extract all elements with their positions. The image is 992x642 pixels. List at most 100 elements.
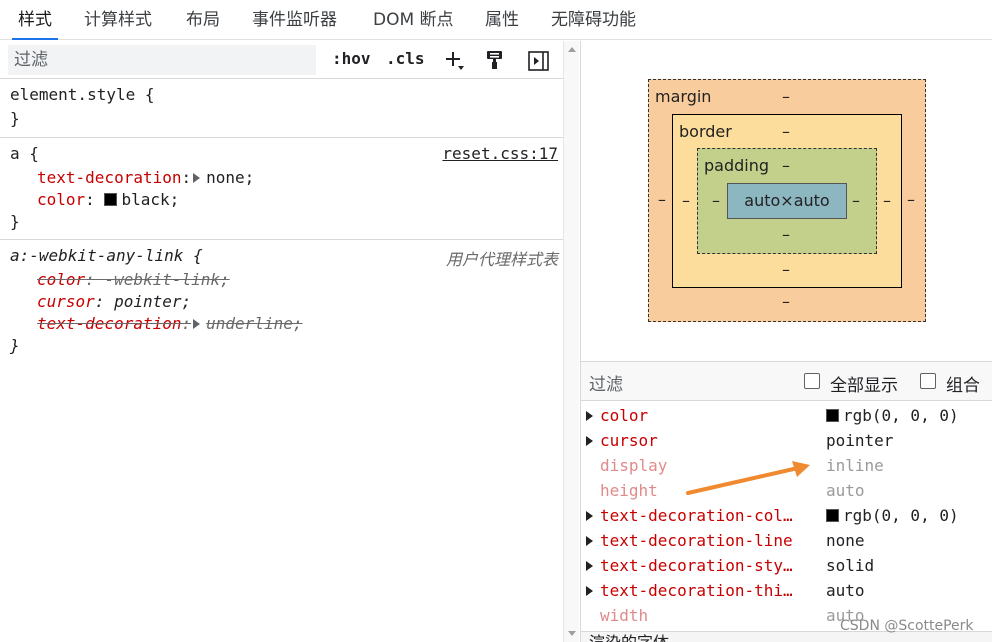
panel-tab-bar: 样式 计算样式 布局 事件监听器 DOM 断点 属性 无障碍功能 (0, 0, 992, 40)
group-checkbox[interactable] (920, 373, 936, 389)
declaration-text-decoration-overridden[interactable]: text-decoration: underline; (37, 314, 302, 333)
scroll-down-icon[interactable] (568, 631, 576, 636)
padding-top-value[interactable]: – (782, 156, 790, 175)
new-style-rule-icon[interactable] (444, 50, 466, 72)
rule-selector[interactable]: a { (10, 144, 39, 163)
border-bottom-value[interactable]: – (782, 260, 790, 279)
expand-triangle-icon[interactable] (193, 319, 201, 329)
rule-close-brace: } (10, 109, 20, 128)
element-style-rule: element.style { } (0, 79, 563, 138)
tab-properties[interactable]: 属性 (485, 0, 519, 40)
property-value[interactable]: pointer; (114, 292, 191, 311)
expand-triangle-icon[interactable] (586, 586, 593, 596)
margin-top-value[interactable]: – (782, 87, 790, 106)
computed-property-name: text-decoration-col… (600, 506, 793, 525)
border-left-value[interactable]: – (682, 191, 690, 210)
margin-label: margin (655, 87, 712, 106)
padding-right-value[interactable]: – (852, 191, 860, 210)
color-swatch-icon[interactable] (826, 509, 839, 522)
rule-close-brace: } (10, 212, 20, 231)
computed-row-cursor[interactable]: cursor pointer (581, 429, 992, 454)
declaration-color-overridden[interactable]: color: -webkit-link; (37, 270, 230, 289)
computed-row-text-decoration-color[interactable]: text-decoration-col… rgb(0, 0, 0) (581, 504, 992, 529)
box-model-content[interactable]: auto×auto (727, 183, 847, 219)
property-name[interactable]: text-decoration (37, 314, 182, 333)
property-value[interactable]: -webkit-link; (104, 270, 229, 289)
computed-property-value: pointer (826, 431, 894, 450)
padding-left-value[interactable]: – (712, 191, 720, 210)
margin-right-value[interactable]: – (907, 190, 915, 209)
tab-dom-breakpoints[interactable]: DOM 断点 (373, 0, 454, 40)
box-model-diagram: margin – – – – border – – – – padding – … (581, 41, 992, 361)
styles-pane: :hov .cls element.style { } a { reset.cs… (0, 41, 563, 642)
computed-row-text-decoration-thickness[interactable]: text-decoration-thi… auto (581, 579, 992, 604)
padding-bottom-value[interactable]: – (782, 225, 790, 244)
computed-property-name: text-decoration-line (600, 531, 793, 550)
computed-property-name: cursor (600, 431, 658, 450)
computed-property-name: height (600, 481, 658, 500)
group-label[interactable]: 组合 (946, 371, 980, 396)
show-all-label[interactable]: 全部显示 (830, 371, 898, 396)
show-all-checkbox[interactable] (804, 373, 820, 389)
rule-selector[interactable]: a:-webkit-any-link { (10, 246, 203, 265)
toggle-sidebar-icon[interactable] (528, 51, 550, 73)
padding-label: padding (704, 156, 770, 175)
expand-triangle-icon[interactable] (586, 436, 593, 446)
rule-close-brace: } (10, 336, 20, 355)
computed-property-value: solid (826, 556, 875, 575)
margin-left-value[interactable]: – (658, 190, 666, 209)
property-value[interactable]: none; (206, 168, 254, 187)
expand-triangle-icon[interactable] (586, 561, 593, 571)
tab-computed[interactable]: 计算样式 (84, 0, 152, 40)
scroll-up-icon[interactable] (568, 47, 576, 52)
cls-toggle-button[interactable]: .cls (386, 49, 425, 68)
property-name[interactable]: color (37, 190, 85, 209)
computed-property-name: color (600, 406, 649, 425)
hov-toggle-button[interactable]: :hov (332, 49, 371, 68)
rule-selector[interactable]: element.style { (10, 85, 155, 104)
user-agent-stylesheet-label: 用户代理样式表 (445, 250, 558, 269)
computed-property-value: auto (826, 481, 865, 500)
property-name[interactable]: text-decoration (37, 168, 182, 187)
computed-toolbar: 过滤 全部显示 组合 (581, 361, 992, 401)
paint-roller-icon[interactable] (484, 49, 506, 71)
styles-scrollbar[interactable] (563, 41, 579, 642)
tab-layout[interactable]: 布局 (186, 0, 220, 40)
tab-accessibility[interactable]: 无障碍功能 (551, 0, 636, 40)
property-name[interactable]: color (37, 270, 85, 289)
styles-filter-input[interactable] (8, 45, 316, 75)
expand-triangle-icon[interactable] (193, 173, 201, 183)
computed-property-value: rgb(0, 0, 0) (826, 506, 959, 525)
declaration-color[interactable]: color: black; (37, 190, 179, 209)
computed-filter-input[interactable]: 过滤 (589, 370, 623, 395)
watermark: CSDN @ScottePerk (840, 618, 974, 634)
computed-property-name: display (600, 456, 668, 475)
stylesheet-source-link[interactable]: reset.css:17 (442, 144, 558, 163)
color-swatch-icon[interactable] (104, 193, 118, 206)
computed-property-name: text-decoration-thi… (600, 581, 793, 600)
property-name[interactable]: cursor (37, 292, 95, 311)
property-value[interactable]: underline; (206, 314, 302, 333)
computed-row-text-decoration-line[interactable]: text-decoration-line none (581, 529, 992, 554)
declaration-cursor[interactable]: cursor: pointer; (37, 292, 191, 311)
computed-pane: margin – – – – border – – – – padding – … (580, 41, 992, 642)
computed-value-text: rgb(0, 0, 0) (843, 406, 959, 425)
border-right-value[interactable]: – (883, 191, 891, 210)
expand-triangle-icon[interactable] (586, 411, 593, 421)
border-top-value[interactable]: – (782, 122, 790, 141)
rendered-fonts-label: 渲染的字体 (589, 632, 669, 642)
computed-row-text-decoration-style[interactable]: text-decoration-sty… solid (581, 554, 992, 579)
computed-row-color[interactable]: color rgb(0, 0, 0) (581, 404, 992, 429)
expand-triangle-icon[interactable] (586, 536, 593, 546)
computed-property-name: width (600, 606, 649, 625)
computed-property-name: text-decoration-sty… (600, 556, 793, 575)
margin-bottom-value[interactable]: – (782, 292, 790, 311)
property-value[interactable]: black; (121, 190, 179, 209)
tab-styles[interactable]: 样式 (12, 0, 58, 40)
computed-property-value: none (826, 531, 865, 550)
computed-value-text: rgb(0, 0, 0) (843, 506, 959, 525)
color-swatch-icon[interactable] (826, 409, 839, 422)
declaration-text-decoration[interactable]: text-decoration: none; (37, 168, 254, 187)
expand-triangle-icon[interactable] (586, 511, 593, 521)
tab-event-listeners[interactable]: 事件监听器 (252, 0, 337, 40)
